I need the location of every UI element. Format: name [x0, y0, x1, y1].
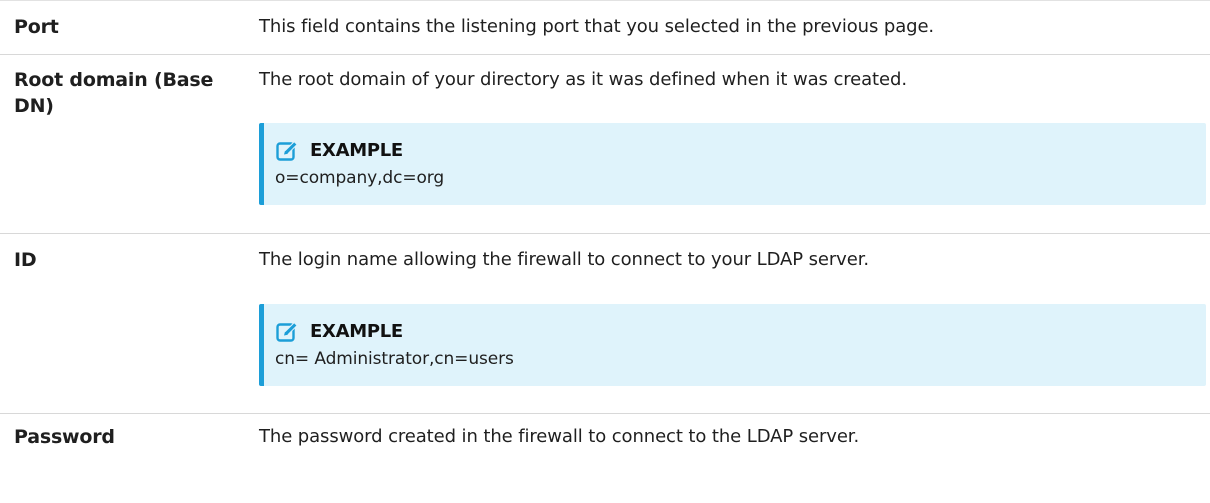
- example-note-text: cn= Administrator,cn=users: [275, 349, 514, 369]
- example-note: EXAMPLE o=company,dc=org: [259, 123, 1206, 205]
- table-row-id: ID The login name allowing the firewall …: [0, 233, 1210, 413]
- field-name: ID: [14, 249, 37, 271]
- field-name: Password: [14, 426, 115, 448]
- example-note-title: EXAMPLE: [310, 140, 403, 161]
- example-note-title: EXAMPLE: [310, 321, 403, 342]
- field-description: The login name allowing the firewall to …: [259, 249, 869, 270]
- pencil-square-icon: [275, 320, 299, 344]
- example-note: EXAMPLE cn= Administrator,cn=users: [259, 304, 1206, 386]
- field-description-cell: The login name allowing the firewall to …: [259, 234, 1210, 413]
- table-row-password: Password The password created in the fir…: [0, 413, 1210, 503]
- field-description: The password created in the firewall to …: [259, 426, 860, 447]
- example-note-header: EXAMPLE: [275, 137, 1206, 165]
- field-name: Root domain (Base DN): [14, 69, 214, 117]
- field-description: The root domain of your directory as it …: [259, 69, 907, 90]
- field-description: This field contains the listening port t…: [259, 16, 935, 37]
- field-description-cell: The root domain of your directory as it …: [259, 55, 1210, 233]
- parameter-table: Port This field contains the listening p…: [0, 0, 1210, 503]
- example-note-header: EXAMPLE: [275, 318, 1206, 346]
- table-row-root-domain: Root domain (Base DN) The root domain of…: [0, 54, 1210, 233]
- pencil-square-icon: [275, 139, 299, 163]
- table-row-port: Port This field contains the listening p…: [0, 0, 1210, 54]
- example-note-text: o=company,dc=org: [275, 168, 445, 188]
- field-name: Port: [14, 16, 59, 38]
